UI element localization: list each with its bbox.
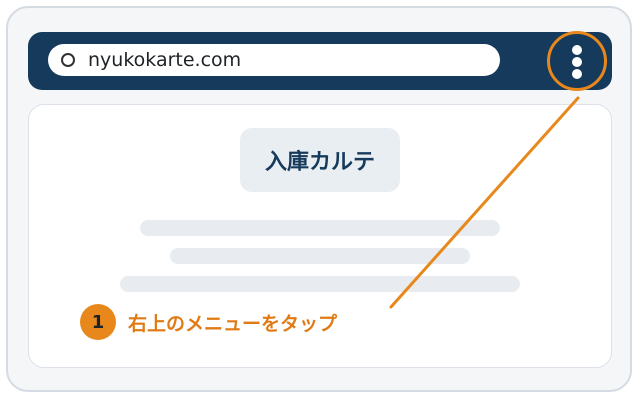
site-info-icon [61, 53, 75, 67]
placeholder-line [140, 220, 500, 236]
placeholder-line [120, 276, 520, 292]
step-number-badge: 1 [80, 304, 116, 340]
address-bar[interactable]: nyukokarte.com [48, 44, 500, 76]
kebab-menu-button[interactable] [547, 31, 607, 91]
site-logo-text: 入庫カルテ [264, 150, 375, 175]
instruction-text: 右上のメニューをタップ [128, 313, 338, 335]
placeholder-line [170, 248, 470, 264]
url-text: nyukokarte.com [88, 49, 242, 71]
site-logo: 入庫カルテ [240, 128, 400, 192]
